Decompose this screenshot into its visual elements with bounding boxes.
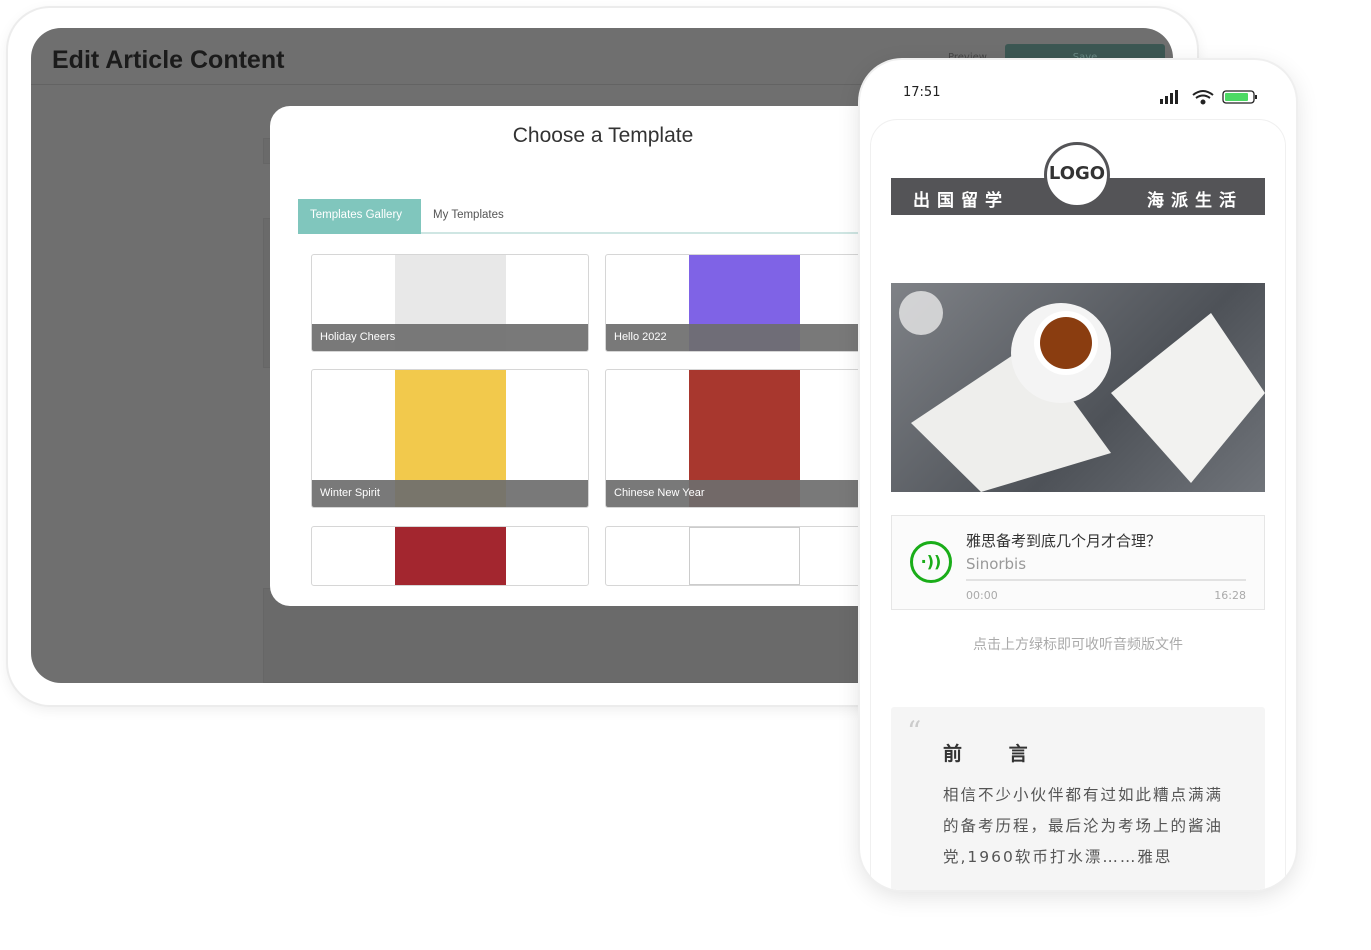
quote-mark-icon: “ [907,715,922,748]
wifi-icon [1192,90,1214,105]
audio-duration: 16:28 [1214,589,1246,602]
template-card[interactable]: Holiday Cheers [311,254,589,352]
status-icons [1160,90,1257,105]
template-card[interactable] [605,526,883,586]
banner-right: 海派生活 [1147,191,1243,211]
audio-hint: 点击上方绿标即可收听音频版文件 [973,637,1183,653]
template-card[interactable] [311,526,589,586]
quote-block: “ 前 言 相信不少小伙伴都有过如此糟点满满的备考历程，最后沦为考场上的酱油党,… [891,707,1265,890]
template-name: Holiday Cheers [312,324,588,351]
tab-my-templates[interactable]: My Templates [421,199,516,234]
modal-title: Choose a Template [512,124,694,147]
page-title: Edit Article Content [52,46,285,74]
audio-progress[interactable] [966,579,1246,581]
template-modal: Choose a Template Templates Gallery My T… [270,106,890,606]
template-name: Winter Spirit [312,480,588,507]
tab-templates-gallery[interactable]: Templates Gallery [298,199,421,234]
template-name: Chinese New Year [606,480,882,507]
audio-player: ·)) 雅思备考到底几个月才合理？ Sinorbis 00:00 16:28 [891,515,1265,610]
template-thumbnail [689,527,800,585]
phone-preview: 17:51 出国留学 海派生活 LOGO ·)) 雅思备考到底几个月才合理？ S… [860,60,1296,890]
template-name: Hello 2022 [606,324,882,351]
status-time: 17:51 [903,85,941,100]
audio-current: 00:00 [966,589,998,602]
tab-bar: Templates Gallery My Templates [298,199,890,234]
battery-icon [1222,90,1257,104]
banner-left: 出国留学 [913,191,1009,211]
template-card[interactable]: Chinese New Year [605,369,883,508]
quote-body: 相信不少小伙伴都有过如此糟点满满的备考历程，最后沦为考场上的酱油党,1960软币… [943,786,1224,866]
article-screen: 出国留学 海派生活 LOGO ·)) 雅思备考到底几个月才合理？ Sinorbi… [871,120,1285,890]
audio-play-icon[interactable]: ·)) [910,541,952,583]
template-card[interactable]: Winter Spirit [311,369,589,508]
cover-image [891,283,1265,492]
audio-title: 雅思备考到底几个月才合理？ [966,532,1162,550]
signal-icon [1160,90,1178,104]
template-thumbnail [395,527,506,585]
template-card[interactable]: Hello 2022 [605,254,883,352]
quote-heading: 前 言 [943,743,1048,765]
audio-author: Sinorbis [966,555,1027,573]
logo: LOGO [1044,142,1110,208]
tea-books-illustration [899,291,1265,492]
